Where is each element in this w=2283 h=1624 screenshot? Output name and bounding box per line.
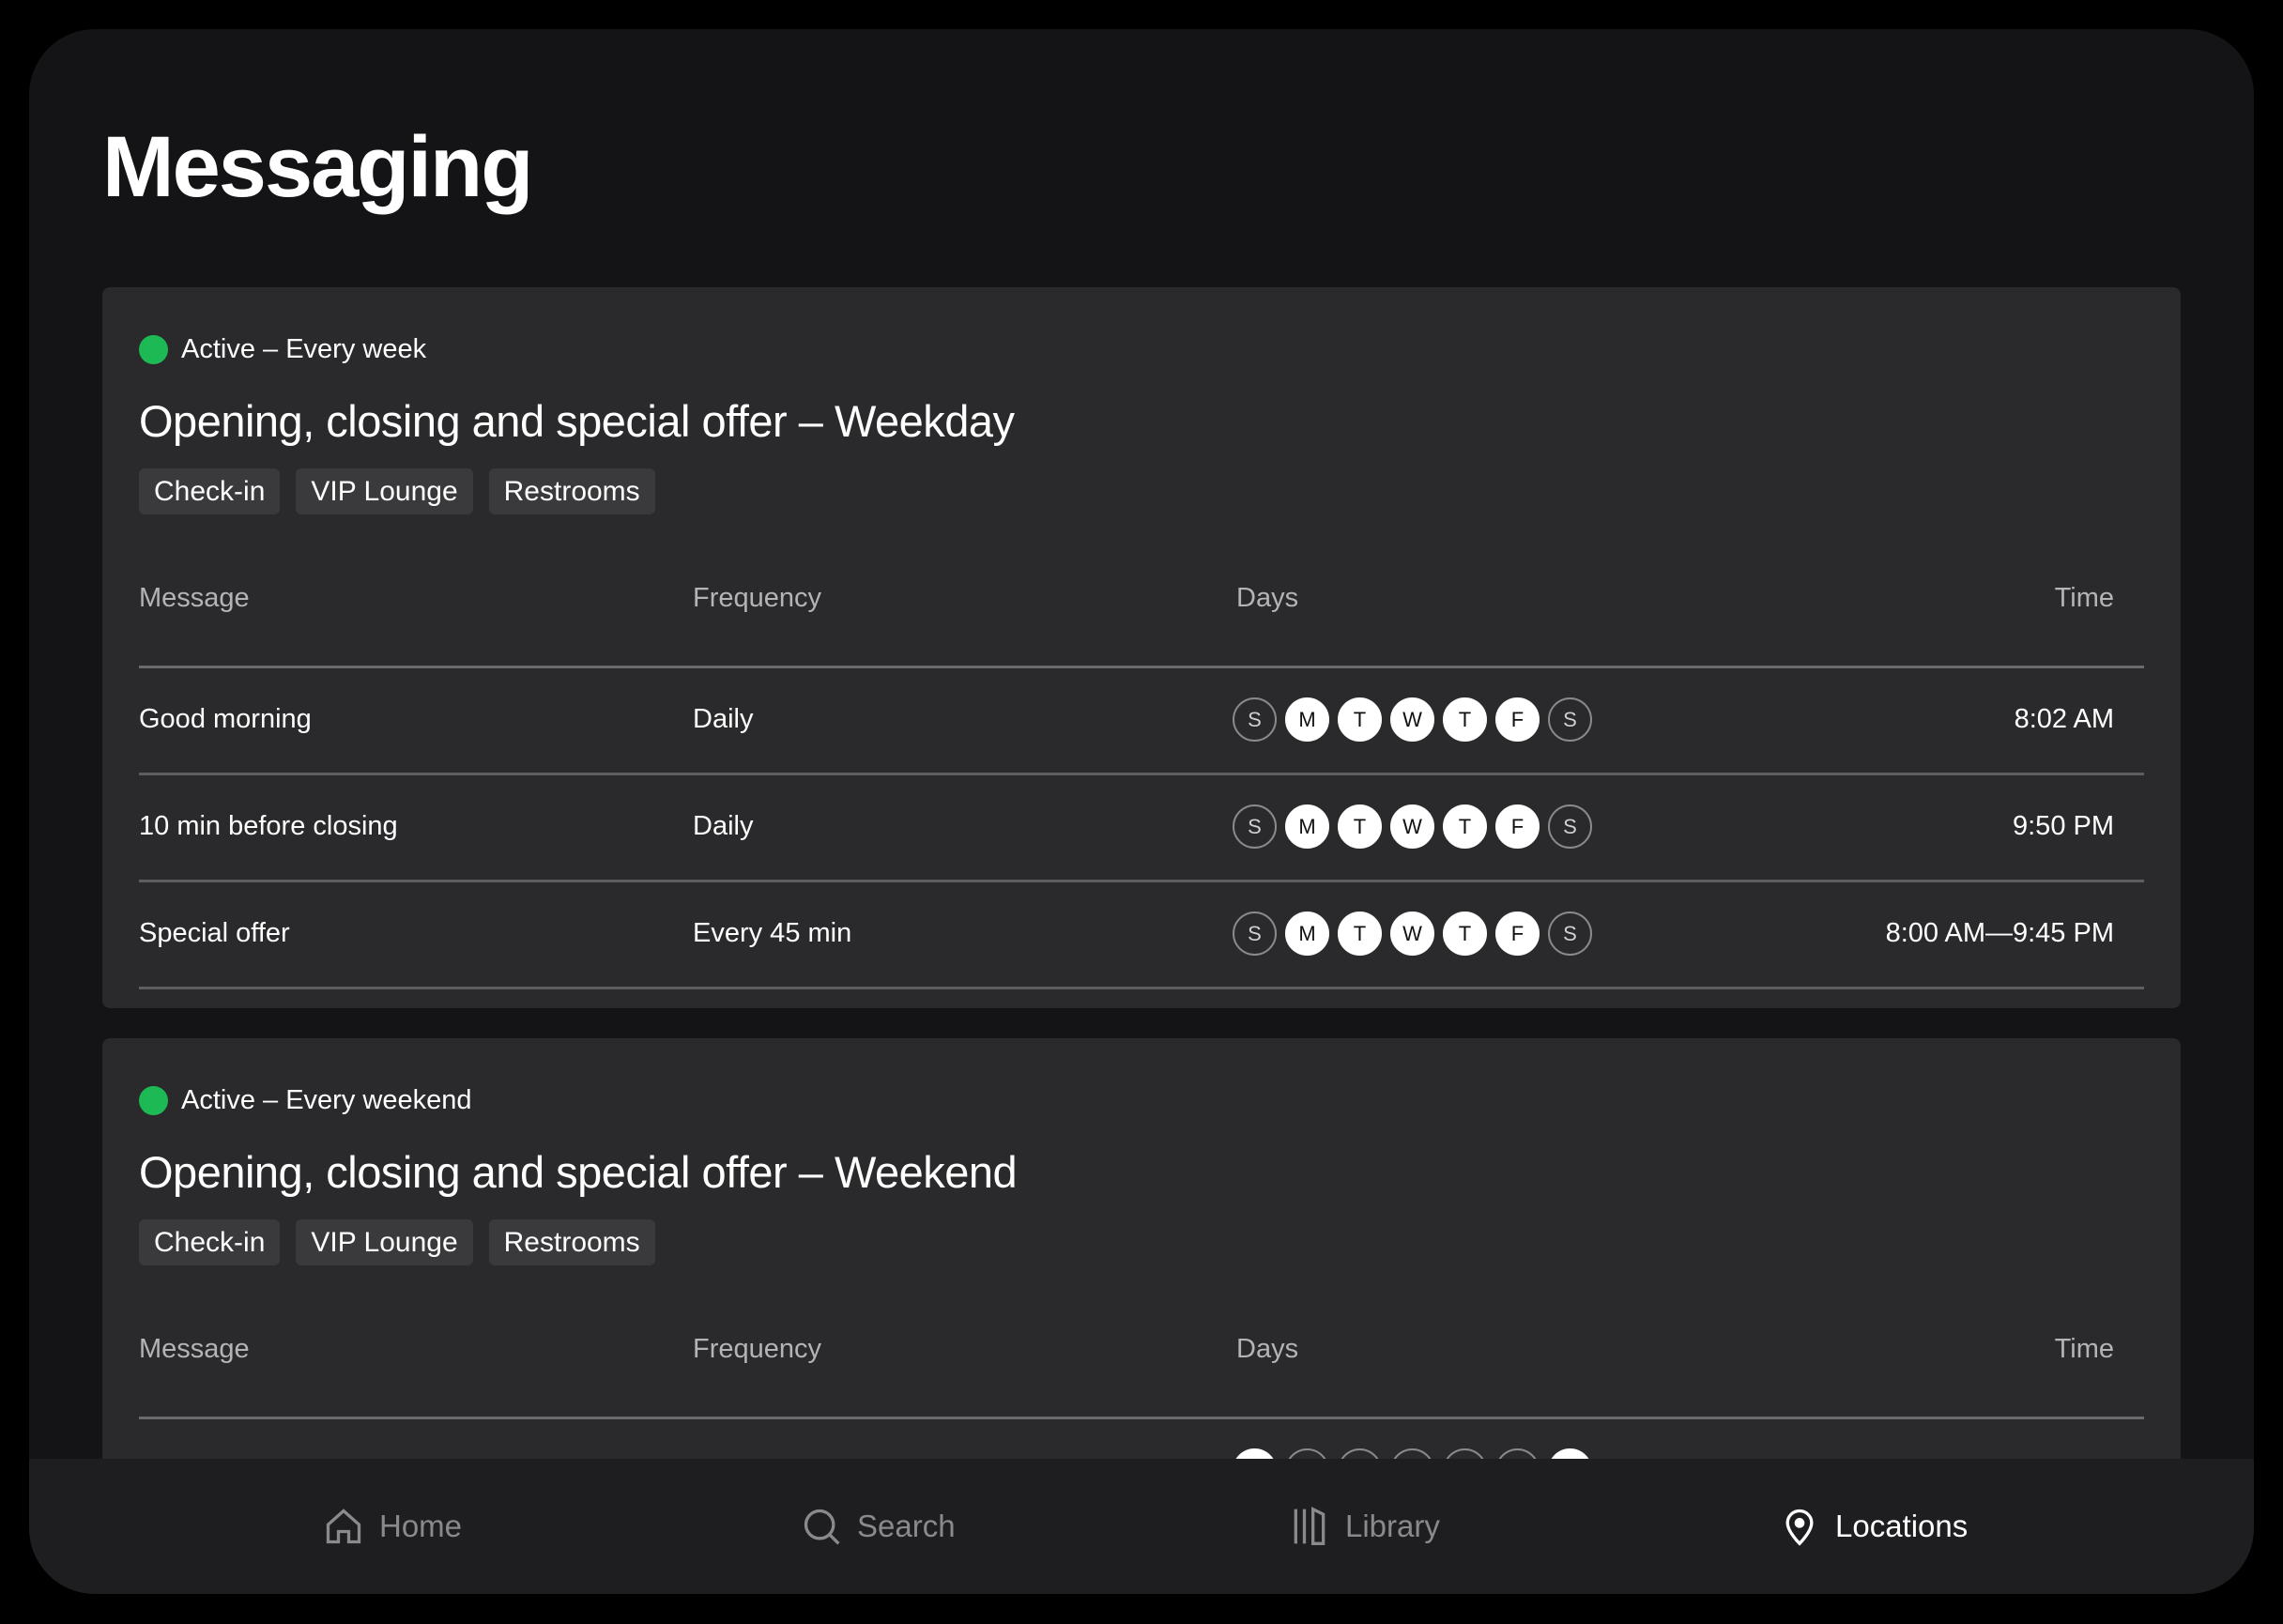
day-toggle[interactable]: W [1390, 804, 1434, 849]
day-toggle[interactable]: T [1443, 804, 1487, 849]
frequency-cell: Daily [693, 668, 753, 770]
day-toggle[interactable]: T [1443, 912, 1487, 956]
nav-library-label: Library [1345, 1509, 1440, 1544]
nav-locations-label: Locations [1835, 1509, 1968, 1544]
page-title: Messaging [102, 118, 531, 217]
status-line: Active – Every weekend [139, 1085, 471, 1116]
frequency-cell: Daily [693, 775, 753, 877]
days-selector: SMTWTFS [1233, 697, 1592, 742]
frequency-cell: Every 45 min [693, 882, 851, 984]
header-days: Days [1236, 569, 1298, 627]
day-toggle[interactable]: S [1548, 804, 1592, 849]
day-toggle[interactable]: M [1285, 697, 1329, 742]
location-tag[interactable]: Restrooms [489, 1219, 655, 1265]
header-days: Days [1236, 1320, 1298, 1378]
schedule-card[interactable]: Active – Every week Opening, closing and … [102, 287, 2181, 1008]
tag-list: Check-in VIP Lounge Restrooms [139, 468, 655, 514]
nav-home[interactable]: Home [323, 1459, 462, 1594]
day-toggle[interactable]: F [1495, 804, 1540, 849]
message-cell: Special offer [139, 882, 290, 984]
table-row[interactable]: Special offerEvery 45 minSMTWTFS8:00 AM—… [139, 882, 2144, 989]
tag-list: Check-in VIP Lounge Restrooms [139, 1219, 655, 1265]
days-selector: SMTWTFS [1233, 912, 1592, 956]
nav-search[interactable]: Search [801, 1459, 956, 1594]
day-toggle[interactable]: S [1233, 912, 1277, 956]
header-frequency: Frequency [693, 1320, 821, 1378]
nav-locations[interactable]: Locations [1779, 1459, 1968, 1594]
day-toggle[interactable]: M [1285, 804, 1329, 849]
header-message: Message [139, 1320, 250, 1378]
nav-home-label: Home [379, 1509, 462, 1544]
day-toggle[interactable]: T [1338, 912, 1382, 956]
day-toggle[interactable]: W [1390, 697, 1434, 742]
header-time: Time [2055, 569, 2114, 627]
bottom-nav: Home Search Library Locations [29, 1459, 2254, 1594]
message-cell: Good morning [139, 668, 312, 770]
day-toggle[interactable]: S [1233, 697, 1277, 742]
status-dot [139, 1086, 168, 1115]
message-cell: 10 min before closing [139, 775, 398, 877]
location-pin-icon [1779, 1506, 1820, 1547]
location-tag[interactable]: Restrooms [489, 468, 655, 514]
location-tag[interactable]: Check-in [139, 1219, 280, 1265]
table-row[interactable]: 10 min before closingDailySMTWTFS9:50 PM [139, 775, 2144, 882]
day-toggle[interactable]: S [1548, 697, 1592, 742]
library-icon [1289, 1506, 1330, 1547]
day-toggle[interactable]: T [1443, 697, 1487, 742]
days-selector: SMTWTFS [1233, 804, 1592, 849]
day-toggle[interactable]: M [1285, 912, 1329, 956]
status-dot [139, 335, 168, 364]
nav-library[interactable]: Library [1289, 1459, 1440, 1594]
card-title: Opening, closing and special offer – Wee… [139, 395, 1015, 447]
status-text: Active – Every week [181, 334, 426, 365]
time-cell: 9:50 PM [2013, 775, 2114, 877]
status-text: Active – Every weekend [181, 1085, 471, 1116]
day-toggle[interactable]: S [1548, 912, 1592, 956]
nav-search-label: Search [857, 1509, 956, 1544]
day-toggle[interactable]: W [1390, 912, 1434, 956]
home-icon [323, 1506, 364, 1547]
day-toggle[interactable]: T [1338, 697, 1382, 742]
day-toggle[interactable]: F [1495, 697, 1540, 742]
day-toggle[interactable]: S [1233, 804, 1277, 849]
location-tag[interactable]: VIP Lounge [296, 1219, 472, 1265]
table-header: Message Frequency Days Time [139, 1320, 2144, 1419]
day-toggle[interactable]: F [1495, 912, 1540, 956]
table-header: Message Frequency Days Time [139, 569, 2144, 668]
search-icon [801, 1506, 842, 1547]
time-cell: 8:02 AM [2015, 668, 2114, 770]
app-screen: Messaging Active – Every week Opening, cl… [29, 29, 2254, 1594]
day-toggle[interactable]: T [1338, 804, 1382, 849]
card-title: Opening, closing and special offer – Wee… [139, 1146, 1017, 1198]
location-tag[interactable]: VIP Lounge [296, 468, 472, 514]
time-cell: 8:00 AM—9:45 PM [1886, 882, 2114, 984]
status-line: Active – Every week [139, 334, 426, 365]
header-time: Time [2055, 1320, 2114, 1378]
location-tag[interactable]: Check-in [139, 468, 280, 514]
table-row[interactable]: Good morningDailySMTWTFS8:02 AM [139, 668, 2144, 775]
header-message: Message [139, 569, 250, 627]
header-frequency: Frequency [693, 569, 821, 627]
